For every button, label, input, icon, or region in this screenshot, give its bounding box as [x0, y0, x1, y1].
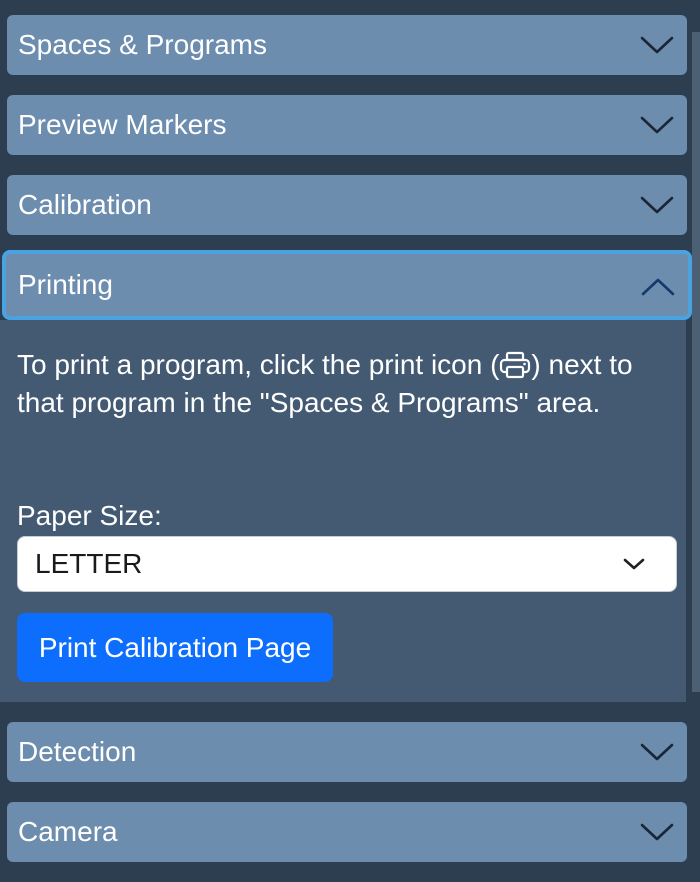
section-header-printing[interactable]: Printing: [2, 250, 692, 320]
settings-panel: Spaces & Programs Preview Markers Calibr…: [0, 0, 700, 882]
chevron-down-icon: [640, 823, 674, 841]
section-title: Calibration: [18, 189, 152, 220]
section-header-detection[interactable]: Detection: [7, 722, 687, 782]
printer-icon: [500, 351, 531, 379]
chevron-down-icon: [640, 36, 674, 54]
scrollbar[interactable]: [692, 32, 700, 692]
section-title: Camera: [18, 816, 118, 847]
section-title: Spaces & Programs: [18, 29, 267, 60]
printing-description: To print a program, click the print icon…: [17, 349, 633, 418]
section-header-preview-markers[interactable]: Preview Markers: [7, 95, 687, 155]
printing-section-body: To print a program, click the print icon…: [0, 320, 686, 702]
chevron-down-icon: [623, 558, 645, 570]
section-header-spaces-programs[interactable]: Spaces & Programs: [7, 15, 687, 75]
chevron-down-icon: [640, 196, 674, 214]
paper-size-value: LETTER: [35, 548, 143, 579]
print-calibration-page-button[interactable]: Print Calibration Page: [17, 613, 333, 682]
section-title: Preview Markers: [18, 109, 227, 140]
paper-size-select[interactable]: LETTER: [17, 536, 677, 592]
section-header-calibration[interactable]: Calibration: [7, 175, 687, 235]
paper-size-label: Paper Size:: [17, 500, 162, 531]
chevron-up-icon: [641, 278, 675, 296]
section-header-camera[interactable]: Camera: [7, 802, 687, 862]
section-title: Printing: [18, 269, 113, 300]
chevron-down-icon: [640, 116, 674, 134]
section-title: Detection: [18, 736, 137, 767]
chevron-down-icon: [640, 743, 674, 761]
